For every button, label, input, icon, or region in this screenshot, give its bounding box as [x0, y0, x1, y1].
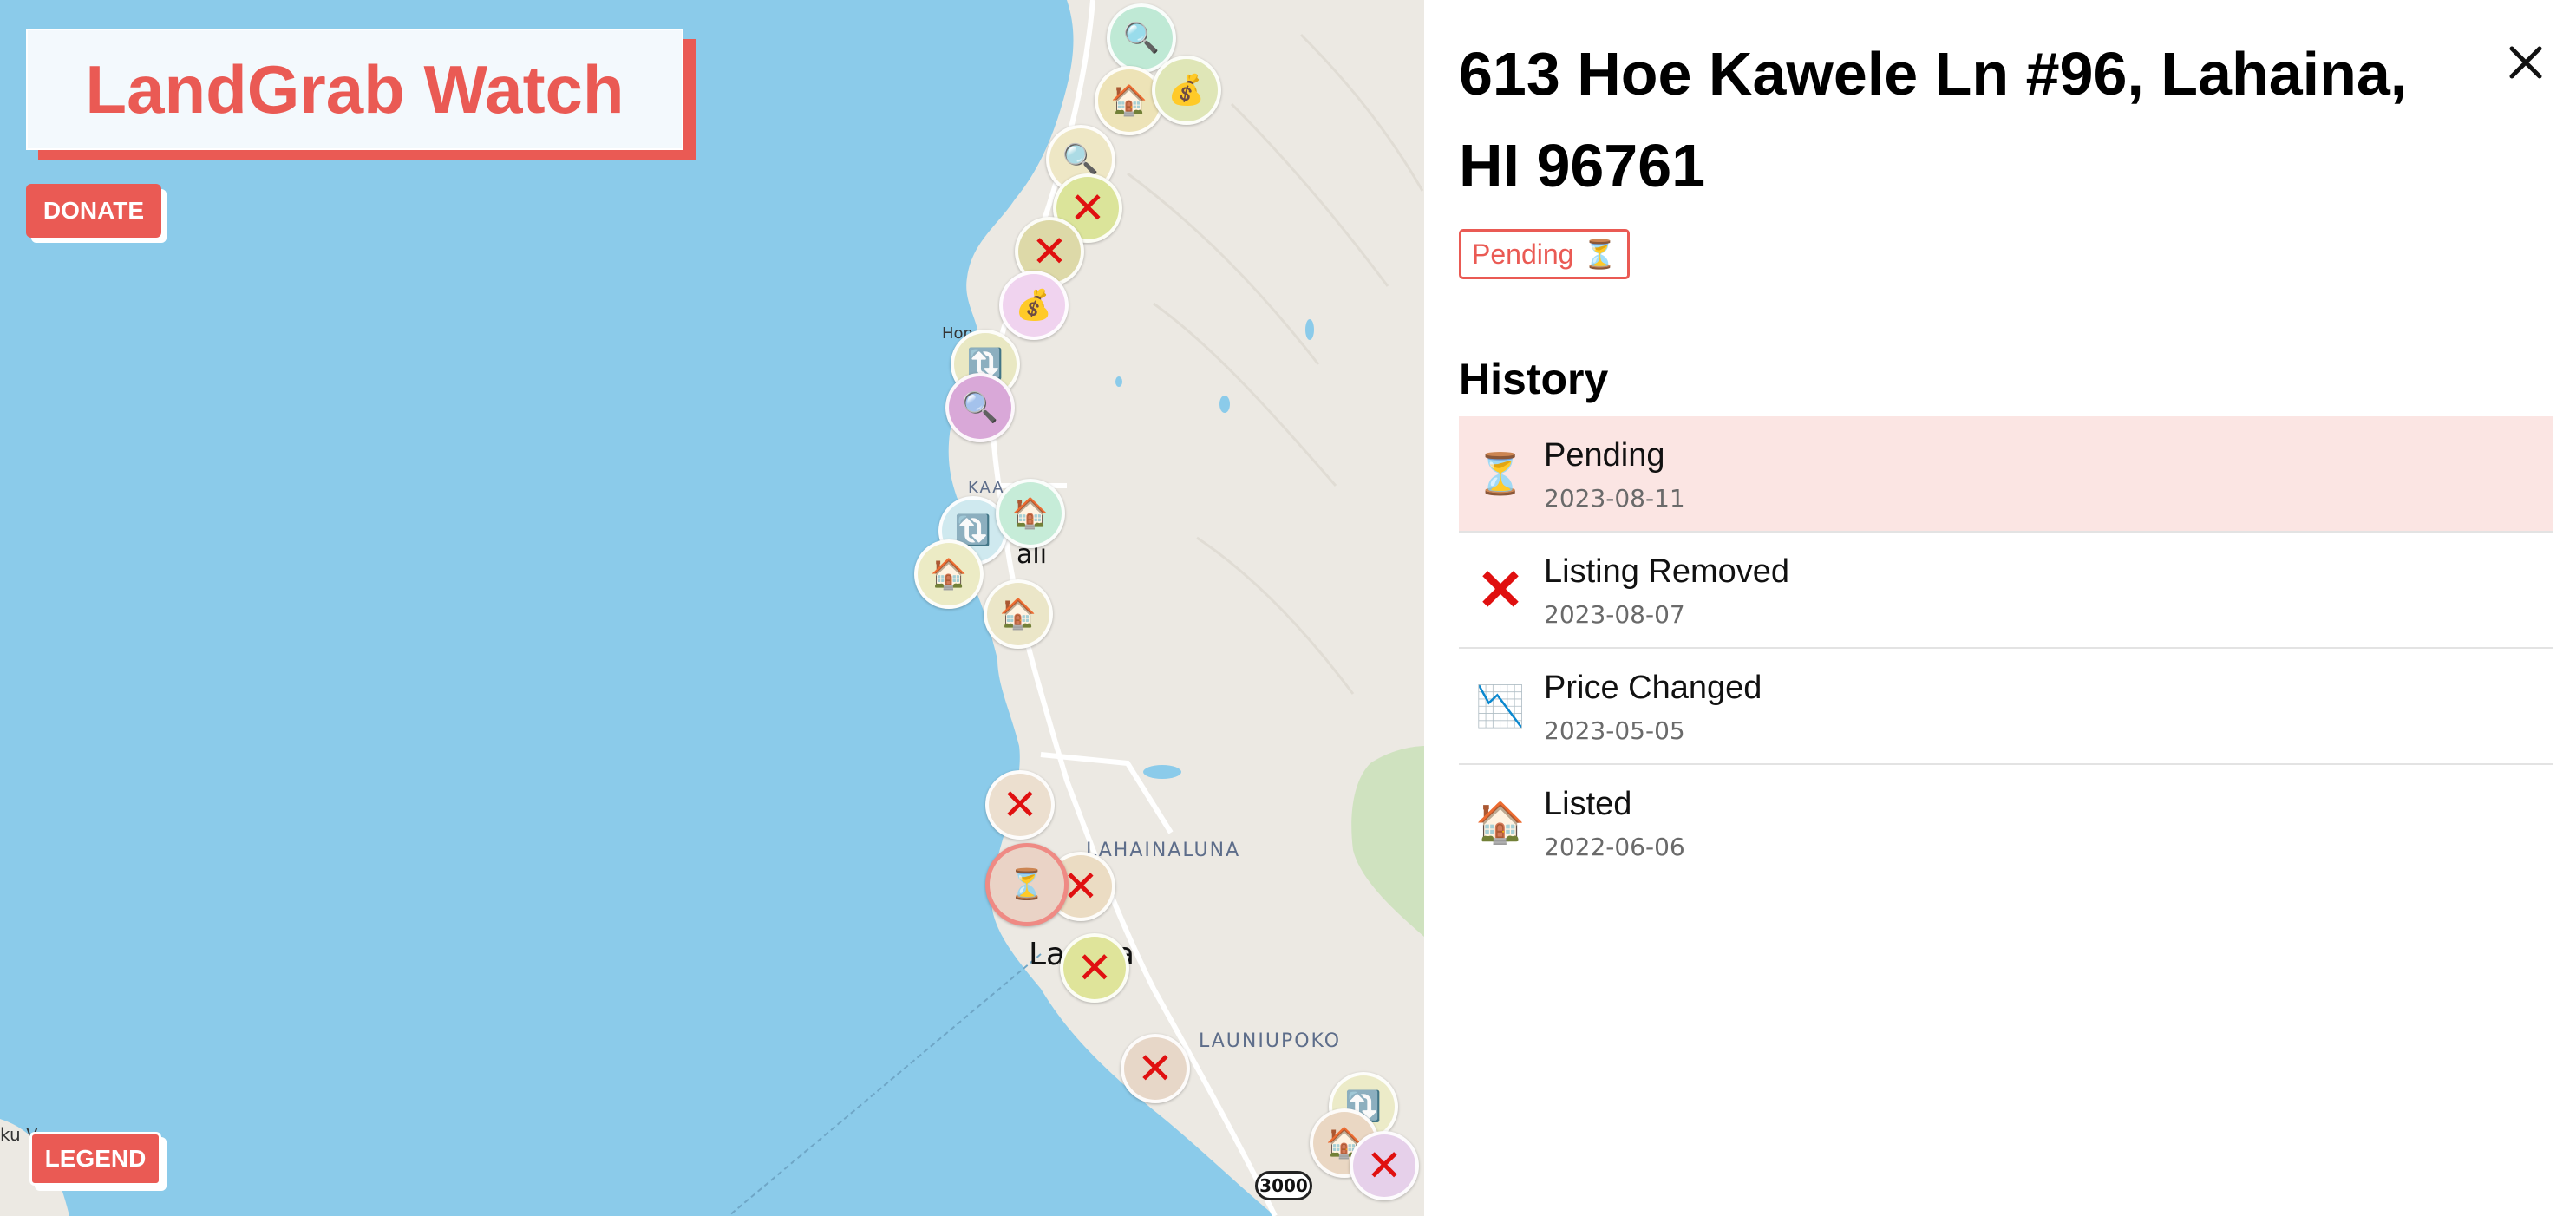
map-label-launiupoko: LAUNIUPOKO	[1199, 1030, 1342, 1052]
donate-button[interactable]: DONATE	[26, 184, 161, 238]
history-item[interactable]: 📉 Price Changed 2023-05-05	[1459, 649, 2553, 765]
map-marker[interactable]: 🏠	[996, 479, 1065, 548]
map-label-kaanapali: KAA	[968, 479, 1005, 497]
history-item[interactable]: 🏠 Listed 2022-06-06	[1459, 765, 2553, 881]
cross-icon: ✕	[1366, 1141, 1402, 1191]
map-marker[interactable]: 💰	[1152, 56, 1221, 125]
map-canvas[interactable]: LAHAINALUNA LAUNIUPOKO KAA Hon La a ali …	[0, 0, 1424, 1216]
house-icon: 🏠	[1011, 496, 1049, 531]
cross-icon: ✕	[1069, 183, 1106, 233]
house-icon: 🏠	[930, 557, 968, 592]
magnifier-icon: 🔍	[961, 390, 999, 425]
close-button[interactable]	[2500, 36, 2552, 88]
map-marker-selected[interactable]: ⏳	[985, 843, 1069, 926]
map-marker[interactable]: 🏠	[984, 579, 1053, 649]
app-logo-title[interactable]: LandGrab Watch	[26, 29, 683, 150]
property-detail-panel: 613 Hoe Kawele Ln #96, Lahaina, HI 96761…	[1424, 0, 2576, 1216]
cross-icon: ✕	[1031, 226, 1068, 277]
status-badge: Pending ⏳	[1459, 229, 1631, 279]
history-item-date: 2023-08-11	[1544, 484, 1685, 513]
house-icon: 🏠	[1110, 83, 1148, 118]
map-marker[interactable]: ✕	[1060, 933, 1129, 1003]
property-address: 613 Hoe Kawele Ln #96, Lahaina, HI 96761	[1459, 40, 2408, 199]
legend-button[interactable]: LEGEND	[29, 1132, 161, 1186]
history-item-label: Listed	[1544, 786, 1632, 822]
cross-icon: ✕	[1076, 943, 1113, 993]
history-list: ⏳ Pending 2023-08-11 ✕ Listing Removed 2…	[1459, 416, 2553, 881]
history-item-date: 2023-05-05	[1544, 716, 1685, 745]
close-icon	[2509, 46, 2542, 79]
history-item[interactable]: ✕ Listing Removed 2023-08-07	[1459, 533, 2553, 649]
map-marker[interactable]: ✕	[1350, 1131, 1419, 1200]
cross-icon: ✕	[1002, 780, 1038, 830]
history-item-label: Price Changed	[1544, 670, 1762, 706]
map-marker[interactable]: ✕	[985, 770, 1055, 840]
map-marker[interactable]: 💰	[999, 271, 1069, 340]
chart-decreasing-icon: 📉	[1475, 683, 1526, 729]
status-badge-label: Pending	[1472, 238, 1574, 270]
magnifier-icon: 🔍	[1062, 142, 1100, 177]
magnifier-icon: 🔍	[1122, 21, 1161, 56]
hourglass-icon: ⏳	[1582, 239, 1618, 270]
map-marker[interactable]: ✕	[1121, 1034, 1190, 1103]
history-item-label: Listing Removed	[1544, 553, 1790, 590]
money-bag-icon: 💰	[1015, 288, 1053, 323]
history-item-label: Pending	[1544, 437, 1665, 474]
map-marker[interactable]: 🏠	[914, 539, 984, 609]
house-icon: 🏠	[999, 597, 1037, 631]
history-item[interactable]: ⏳ Pending 2023-08-11	[1459, 416, 2553, 533]
map-marker[interactable]: 🔍	[945, 373, 1015, 442]
history-item-date: 2022-06-06	[1544, 833, 1685, 861]
money-bag-icon: 💰	[1167, 73, 1206, 108]
house-icon: 🏠	[1475, 799, 1526, 845]
cross-icon: ✕	[1476, 557, 1525, 622]
hourglass-icon: ⏳	[1008, 867, 1046, 902]
route-shield: 3000	[1255, 1171, 1312, 1200]
map-label-lahainaluna: LAHAINALUNA	[1086, 840, 1241, 861]
history-heading: History	[1459, 355, 1609, 403]
history-item-date: 2023-08-07	[1544, 600, 1685, 629]
hourglass-icon: ⏳	[1475, 450, 1526, 496]
cross-icon: ✕	[1137, 1043, 1174, 1094]
